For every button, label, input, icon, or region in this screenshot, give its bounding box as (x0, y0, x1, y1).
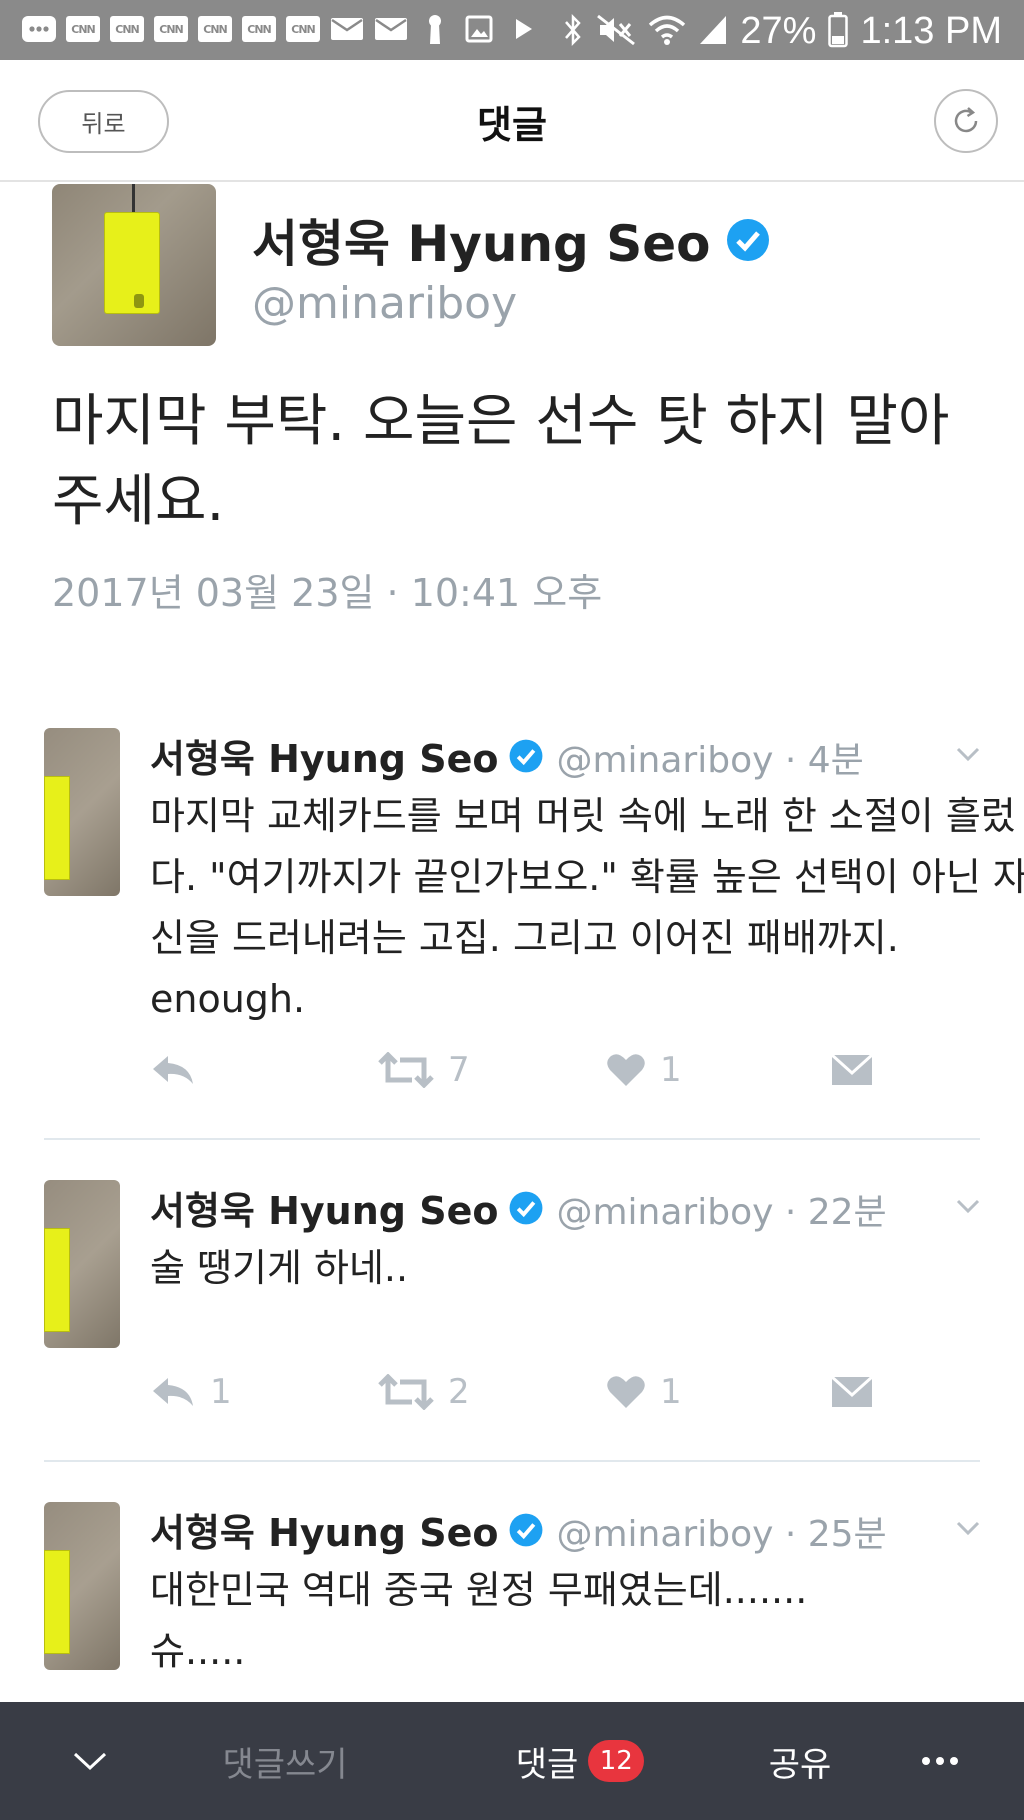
avatar[interactable] (52, 184, 216, 346)
verified-badge-icon (510, 1191, 543, 1224)
dm-action[interactable] (830, 1053, 874, 1087)
chevron-down-icon (73, 1752, 107, 1771)
chevron-down-icon[interactable] (956, 746, 980, 762)
reply-icon (153, 1056, 193, 1084)
cnn-icon: CNN (154, 16, 188, 42)
avatar[interactable] (44, 728, 120, 896)
divider (44, 1138, 980, 1140)
like-action[interactable]: 1 (606, 1050, 830, 1090)
signal-icon (698, 14, 728, 50)
clock: 1:13 PM (860, 10, 1002, 52)
refresh-icon (954, 107, 978, 133)
avatar[interactable] (44, 1180, 120, 1348)
divider (44, 1460, 980, 1462)
system-icons: 27% 1:13 PM (562, 10, 1002, 53)
collapse-button[interactable] (40, 1702, 140, 1820)
reply-tweet: 서형욱 Hyung Seo @minariboy · 4분 마지막 교체카드를 … (44, 728, 1024, 1108)
reply-text: 술 땡기게 하네.. (150, 1246, 409, 1290)
tweet-date: 2017년 03월 23일 · 10:41 오후 (52, 571, 603, 615)
author-name: 서형욱 Hyung Seo (252, 215, 711, 273)
reply-header: 서형욱 Hyung Seo @minariboy · 25분 (150, 1502, 887, 1557)
author-name: 서형욱 Hyung Seo (150, 1189, 499, 1233)
cnn-icon: CNN (242, 16, 276, 42)
reply-author[interactable]: 서형욱 Hyung Seo (150, 1502, 544, 1557)
direct-message-icon (830, 1375, 874, 1407)
heart-icon (607, 1054, 645, 1086)
refresh-button[interactable] (934, 89, 998, 153)
reply-tweet: 서형욱 Hyung Seo @minariboy · 22분 술 땡기게 하네.… (44, 1180, 980, 1440)
cnn-icon: CNN (66, 16, 100, 42)
reply-text: 마지막 교체카드를 보며 머릿 속에 노래 한 소절이 흘렀다. "여기까지가 … (150, 794, 1024, 1021)
author-name: 서형욱 Hyung Seo (150, 1511, 499, 1555)
comments-label: 댓글 (515, 1744, 579, 1785)
more-icon (22, 14, 56, 44)
image-icon (462, 14, 496, 44)
cnn-icon: CNN (198, 16, 232, 42)
reply-author[interactable]: 서형욱 Hyung Seo (150, 1180, 544, 1235)
author-handle[interactable]: @minariboy (252, 278, 517, 329)
reply-action[interactable] (150, 1053, 378, 1087)
reply-icon (153, 1378, 193, 1406)
cnn-icon: CNN (110, 16, 144, 42)
reply-meta: @minariboy · 22분 (556, 1192, 887, 1233)
verified-badge-icon (510, 1513, 543, 1546)
retweet-count: 2 (448, 1372, 470, 1412)
reply-action[interactable]: 1 (150, 1372, 378, 1412)
comment-count-badge: 12 (588, 1740, 645, 1782)
reply-header: 서형욱 Hyung Seo @minariboy · 4분 (150, 728, 864, 783)
battery-percent: 27% (740, 10, 817, 52)
bottom-bar: 댓글쓰기 댓글 12 공유 (0, 1702, 1024, 1820)
verified-badge-icon (726, 219, 769, 261)
author-name: 서형욱 Hyung Seo (150, 737, 499, 781)
battery-icon (828, 11, 849, 52)
comments-tab[interactable]: 댓글 12 (490, 1702, 670, 1820)
reply-actions: 1 2 1 (150, 1372, 874, 1412)
mute-icon (596, 13, 636, 51)
like-count: 1 (660, 1372, 682, 1412)
tweet-text: 마지막 부탁. 오늘은 선수 탓 하지 말아주세요. (52, 389, 950, 534)
reply-count: 1 (210, 1372, 232, 1412)
play-icon (506, 14, 540, 44)
reply-author[interactable]: 서형욱 Hyung Seo (150, 728, 544, 783)
verified-badge-icon (510, 739, 543, 772)
retweet-action[interactable]: 7 (378, 1050, 606, 1090)
keyhole-icon (418, 14, 452, 44)
reply-meta: @minariboy · 4분 (556, 740, 864, 781)
like-action[interactable]: 1 (606, 1372, 830, 1412)
chevron-down-icon[interactable] (956, 1198, 980, 1214)
reply-tweet: 서형욱 Hyung Seo @minariboy · 25분 대한민국 역대 중… (44, 1502, 980, 1702)
write-comment-button[interactable]: 댓글쓰기 (200, 1702, 370, 1820)
header: 뒤로 댓글 (0, 60, 1024, 182)
wifi-icon (648, 14, 686, 50)
retweet-count: 7 (448, 1050, 470, 1090)
dm-action[interactable] (830, 1375, 874, 1409)
cnn-icon: CNN (286, 16, 320, 42)
reply-meta: @minariboy · 25분 (556, 1514, 887, 1555)
mail-icon (330, 14, 364, 44)
direct-message-icon (830, 1053, 874, 1085)
bluetooth-icon (562, 13, 584, 51)
page-title: 댓글 (477, 103, 547, 147)
heart-icon (607, 1376, 645, 1408)
share-button[interactable]: 공유 (740, 1702, 860, 1820)
main-author[interactable]: 서형욱 Hyung Seo (252, 204, 771, 276)
retweet-icon (378, 1374, 434, 1410)
reply-actions: 7 1 (150, 1050, 874, 1090)
more-dots-icon (922, 1757, 958, 1765)
more-button[interactable] (900, 1702, 980, 1820)
retweet-icon (378, 1052, 434, 1088)
chevron-down-icon[interactable] (956, 1520, 980, 1536)
reply-text: 대한민국 역대 중국 원정 무패였는데....... 슈..... (150, 1568, 808, 1673)
reply-header: 서형욱 Hyung Seo @minariboy · 22분 (150, 1180, 887, 1235)
retweet-action[interactable]: 2 (378, 1372, 606, 1412)
notification-icons: CNN CNN CNN CNN CNN CNN (22, 14, 540, 44)
like-count: 1 (660, 1050, 682, 1090)
status-bar: CNN CNN CNN CNN CNN CNN 27% 1:13 PM (0, 0, 1024, 60)
mail-icon (374, 14, 408, 44)
avatar[interactable] (44, 1502, 120, 1670)
